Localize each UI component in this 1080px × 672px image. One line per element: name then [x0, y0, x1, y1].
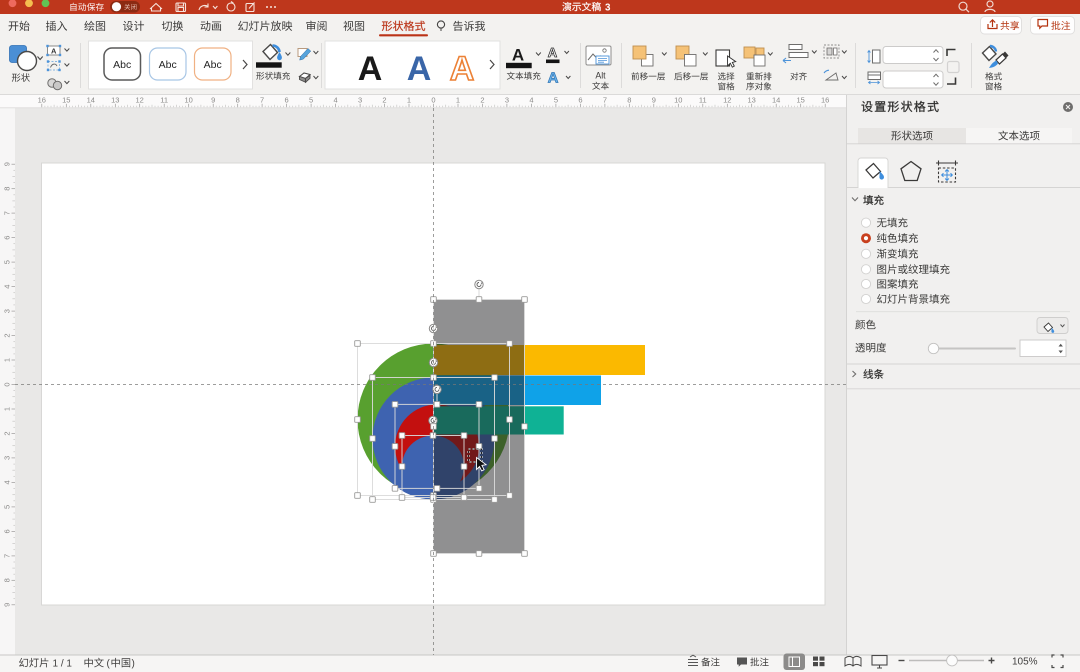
svg-text:7: 7 — [260, 96, 264, 105]
svg-text:9: 9 — [211, 96, 215, 105]
svg-text:3: 3 — [3, 456, 12, 460]
svg-text:8: 8 — [236, 96, 240, 105]
svg-text:4: 4 — [3, 285, 12, 289]
svg-text:6: 6 — [285, 96, 289, 105]
svg-text:3: 3 — [605, 2, 611, 13]
svg-text:16: 16 — [821, 96, 829, 105]
svg-text:9: 9 — [3, 603, 12, 607]
svg-text:16: 16 — [38, 96, 46, 105]
svg-text:3: 3 — [3, 309, 12, 313]
svg-text:3: 3 — [505, 96, 509, 105]
svg-text:1 / 1: 1 / 1 — [53, 659, 73, 670]
svg-text:4: 4 — [3, 480, 12, 484]
svg-text:A: A — [512, 46, 524, 65]
svg-text:A: A — [548, 45, 558, 60]
svg-text:Alt: Alt — [595, 71, 606, 81]
svg-text:2: 2 — [3, 431, 12, 435]
svg-text:5: 5 — [3, 260, 12, 264]
svg-text:9: 9 — [3, 162, 12, 166]
svg-text:15: 15 — [797, 96, 805, 105]
svg-text:105%: 105% — [1012, 657, 1038, 668]
svg-text:0: 0 — [3, 382, 12, 386]
svg-text:13: 13 — [111, 96, 119, 105]
svg-text:11: 11 — [160, 96, 168, 105]
svg-text:12: 12 — [723, 96, 731, 105]
svg-text:2: 2 — [382, 96, 386, 105]
svg-text:10: 10 — [185, 96, 193, 105]
svg-text:10: 10 — [674, 96, 682, 105]
svg-text:11: 11 — [699, 96, 707, 105]
svg-text:14: 14 — [87, 96, 95, 105]
svg-text:1: 1 — [407, 96, 411, 105]
svg-text:0: 0 — [431, 96, 435, 105]
svg-text:1: 1 — [3, 358, 12, 362]
svg-text:6: 6 — [3, 236, 12, 240]
svg-text:15: 15 — [62, 96, 70, 105]
svg-text:12: 12 — [136, 96, 144, 105]
svg-text:7: 7 — [603, 96, 607, 105]
svg-text:5: 5 — [554, 96, 558, 105]
svg-text:Abc: Abc — [159, 59, 177, 71]
svg-text:3: 3 — [358, 96, 362, 105]
svg-text:1: 1 — [3, 407, 12, 411]
svg-text:5: 5 — [3, 505, 12, 509]
svg-text:A: A — [407, 50, 432, 88]
svg-text:9: 9 — [652, 96, 656, 105]
svg-text:13: 13 — [748, 96, 756, 105]
svg-text:2: 2 — [480, 96, 484, 105]
svg-text:8: 8 — [3, 187, 12, 191]
svg-text:8: 8 — [627, 96, 631, 105]
svg-text:6: 6 — [578, 96, 582, 105]
svg-text:A: A — [358, 50, 383, 88]
svg-text:6: 6 — [3, 529, 12, 533]
svg-text:4: 4 — [529, 96, 533, 105]
svg-text:1: 1 — [456, 96, 460, 105]
svg-text:4: 4 — [334, 96, 338, 105]
svg-text:2: 2 — [3, 333, 12, 337]
svg-text:7: 7 — [3, 554, 12, 558]
svg-text:A: A — [548, 70, 559, 87]
svg-text:5: 5 — [309, 96, 313, 105]
svg-text:8: 8 — [3, 578, 12, 582]
svg-text:7: 7 — [3, 211, 12, 215]
svg-text:A: A — [51, 47, 57, 56]
svg-text:Abc: Abc — [113, 59, 131, 71]
svg-text:Abc: Abc — [204, 59, 222, 71]
svg-text:14: 14 — [772, 96, 780, 105]
svg-text:): ) — [132, 659, 135, 670]
svg-text:A: A — [450, 50, 475, 88]
